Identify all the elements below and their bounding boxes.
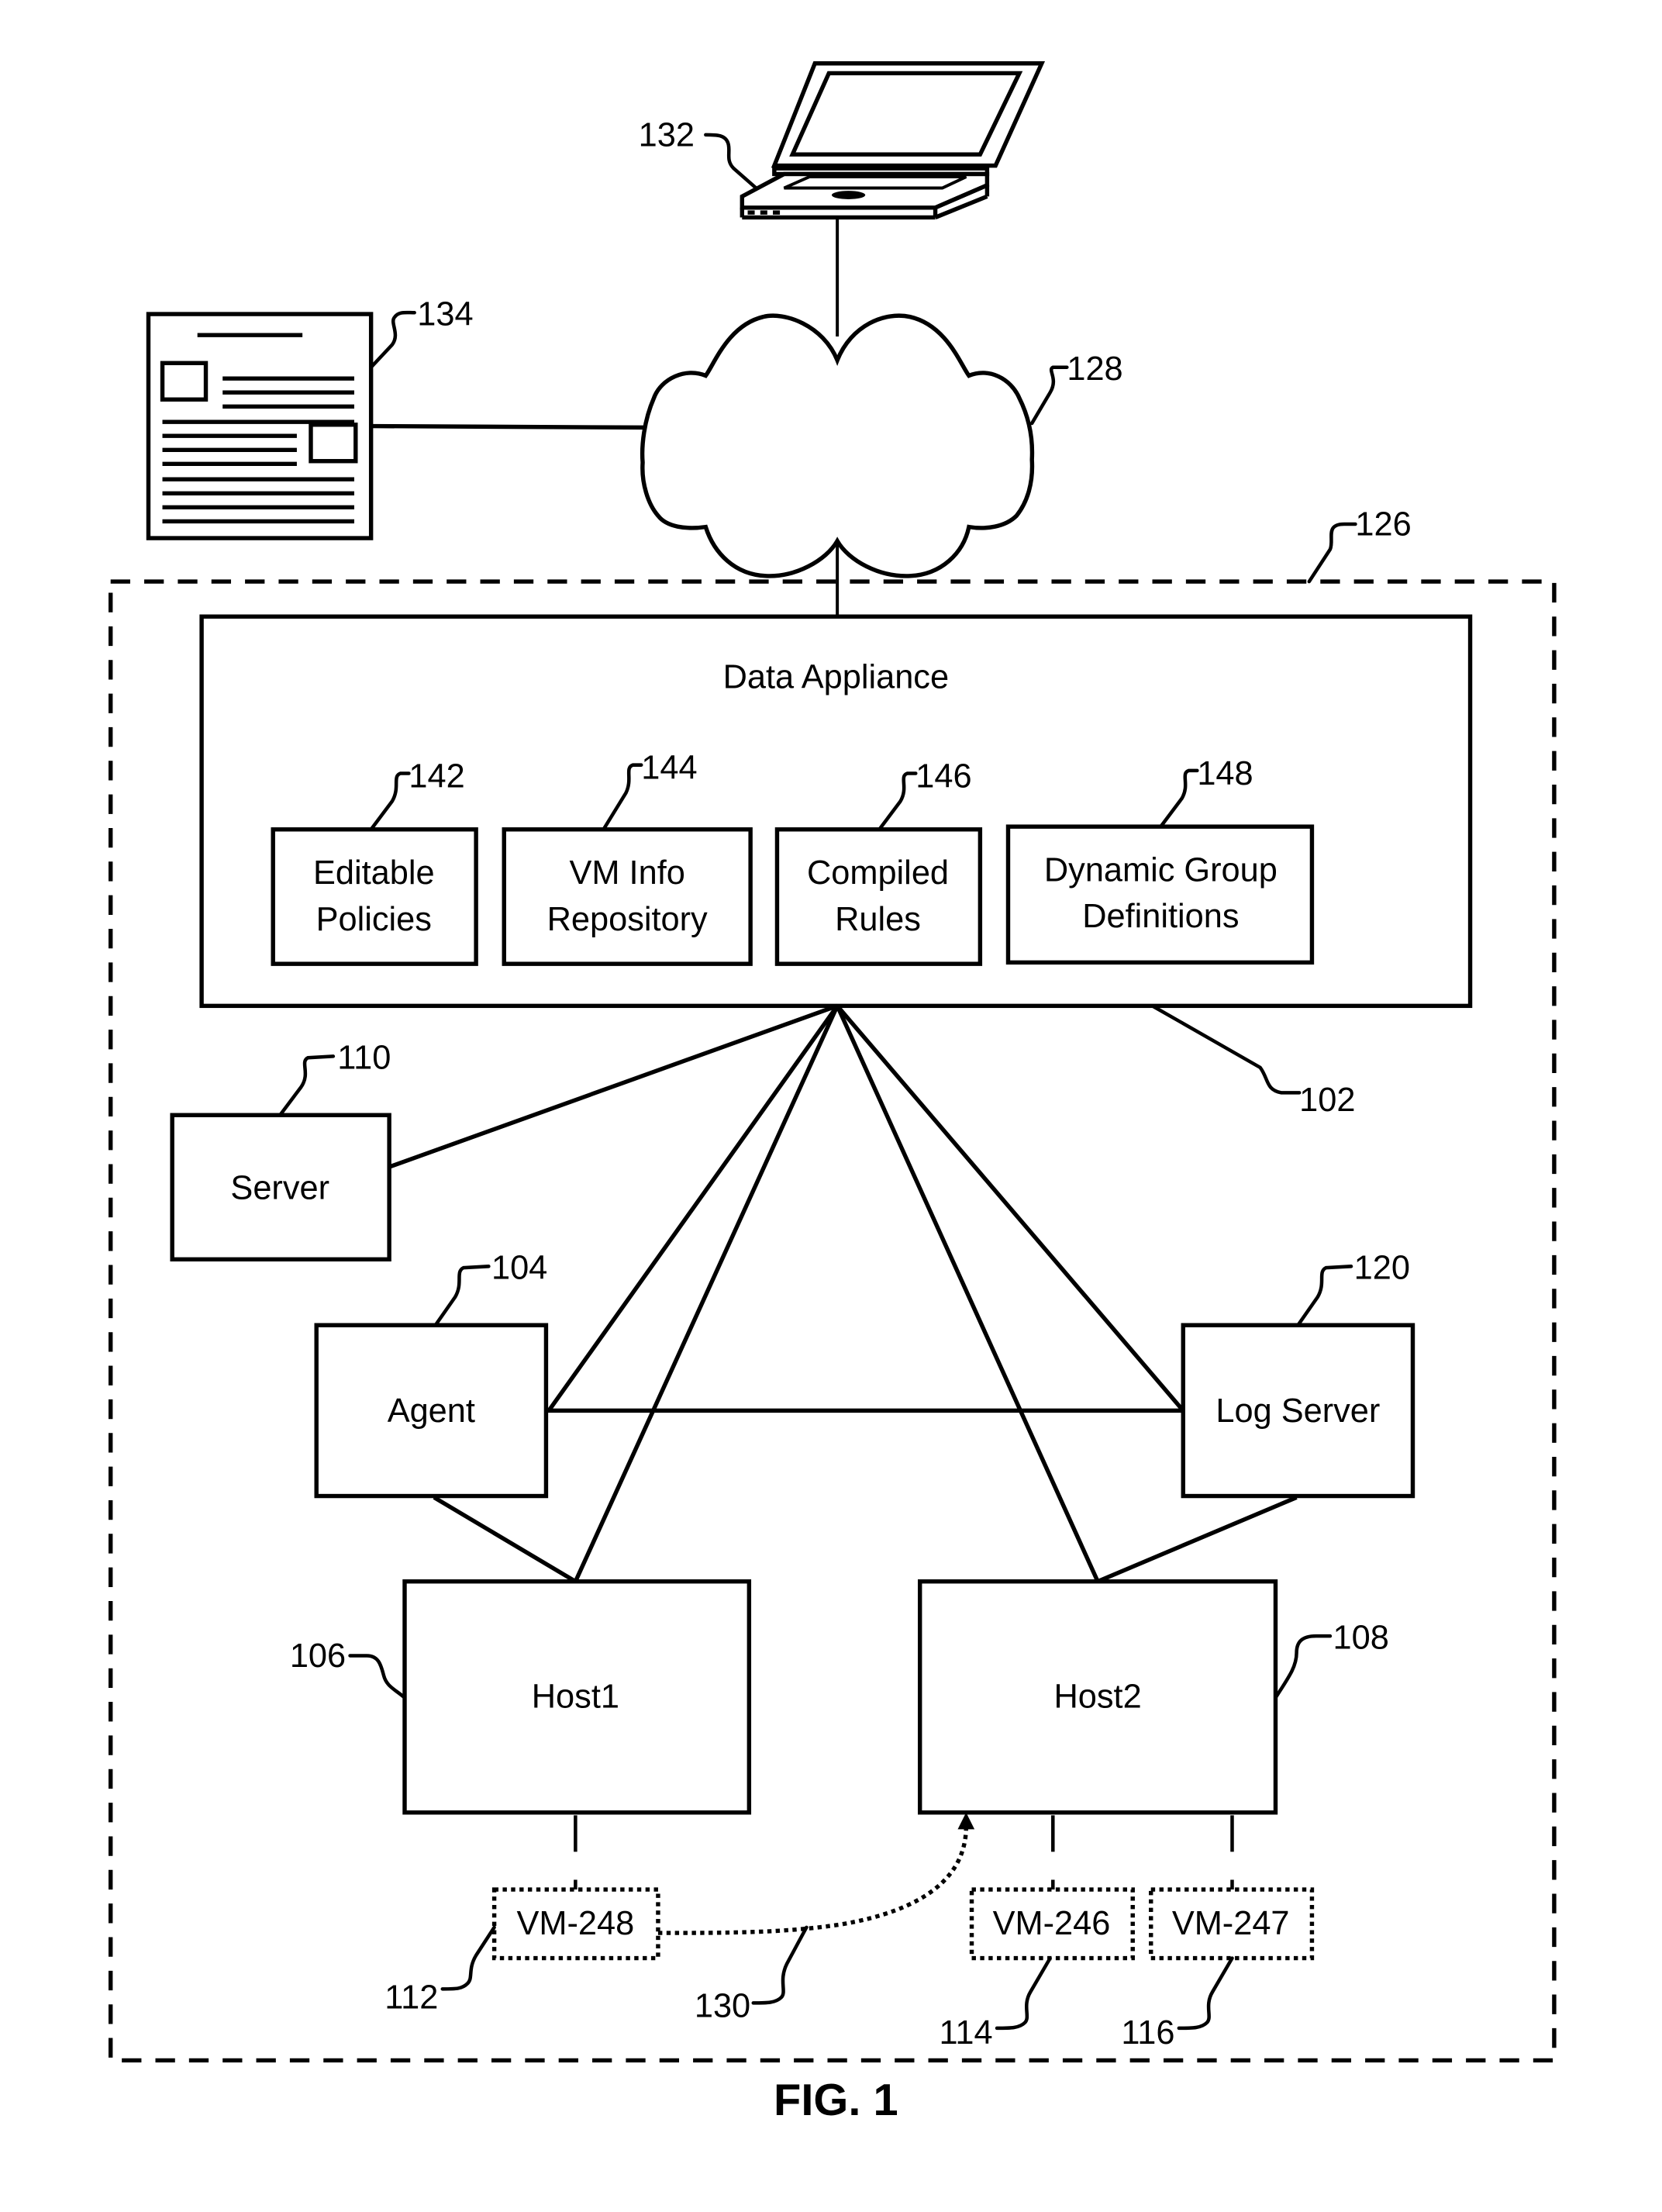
svg-text:Policies: Policies — [316, 901, 432, 938]
agent-node: Agent 104 — [314, 1250, 549, 1499]
document-icon — [146, 312, 374, 540]
cloud-icon — [640, 313, 1035, 578]
svg-text:VM Info: VM Info — [570, 854, 685, 892]
ref-132: 132 — [639, 116, 695, 154]
ref-148: 148 — [1197, 755, 1253, 792]
svg-text:Repository: Repository — [547, 901, 708, 938]
ref-114: 114 — [940, 2014, 993, 2052]
ref-106: 106 — [290, 1637, 346, 1675]
arrowhead-icon — [957, 1812, 975, 1830]
leader-130 — [751, 1925, 809, 2005]
leader-134 — [369, 310, 416, 369]
host1-node: Host1 106 — [290, 1579, 752, 1815]
link-appliance-log-server — [836, 1004, 1185, 1413]
ref-128: 128 — [1067, 350, 1122, 388]
leader-126 — [1307, 522, 1357, 584]
figure-caption: FIG. 1 — [774, 2076, 898, 2125]
ref-134: 134 — [417, 296, 473, 333]
svg-text:VM-246: VM-246 — [993, 1905, 1111, 1942]
svg-text:Rules: Rules — [835, 901, 921, 938]
leader-132 — [704, 133, 758, 190]
ref-116: 116 — [1121, 2014, 1174, 2052]
svg-text:Editable: Editable — [313, 854, 435, 892]
migration-arrow — [657, 1826, 969, 1935]
svg-text:Host2: Host2 — [1053, 1678, 1141, 1715]
link-appliance-host2 — [835, 1005, 1100, 1582]
ref-142: 142 — [409, 758, 464, 795]
data-appliance-title: Data Appliance — [723, 658, 949, 695]
svg-text:Log Server: Log Server — [1215, 1392, 1380, 1430]
ref-110: 110 — [337, 1040, 391, 1077]
svg-text:Server: Server — [230, 1170, 329, 1207]
ref-104: 104 — [491, 1250, 547, 1287]
vm-247-node: VM-247 116 — [1121, 1887, 1315, 2052]
vm-246-node: VM-246 114 — [940, 1887, 1135, 2052]
ref-146: 146 — [915, 758, 971, 795]
leader-128 — [1029, 365, 1069, 426]
ref-130: 130 — [695, 1987, 750, 2024]
laptop-icon — [740, 61, 1046, 220]
patent-figure: 126 132 134 128 Data Appliance 102 Edita… — [108, 61, 1557, 2125]
link-appliance-agent — [547, 1004, 840, 1412]
host2-node: Host2 108 — [917, 1579, 1389, 1815]
vm-248-node: VM-248 112 — [384, 1887, 660, 2017]
svg-text:VM-248: VM-248 — [517, 1905, 635, 1942]
ref-120: 120 — [1354, 1250, 1410, 1287]
ref-144: 144 — [641, 750, 697, 787]
log-server-node: Log Server 120 — [1181, 1250, 1415, 1499]
svg-text:Agent: Agent — [388, 1392, 475, 1430]
server-node: Server 110 — [170, 1040, 391, 1261]
svg-text:Definitions: Definitions — [1082, 898, 1239, 935]
link-log-server-host2 — [1097, 1495, 1298, 1584]
link-appliance-host1 — [573, 1005, 840, 1582]
svg-text:Compiled: Compiled — [807, 854, 949, 892]
svg-text:VM-247: VM-247 — [1172, 1905, 1290, 1942]
leader-102 — [1150, 1004, 1302, 1095]
link-agent-host1 — [433, 1496, 577, 1584]
ref-102: 102 — [1299, 1082, 1355, 1119]
ref-112: 112 — [384, 1979, 438, 2017]
link-document-network — [371, 423, 644, 430]
svg-text:Host1: Host1 — [532, 1678, 619, 1715]
ref-126: 126 — [1355, 506, 1411, 543]
link-appliance-server — [388, 1003, 839, 1169]
svg-text:Dynamic Group: Dynamic Group — [1044, 852, 1278, 889]
ref-108: 108 — [1333, 1619, 1389, 1656]
